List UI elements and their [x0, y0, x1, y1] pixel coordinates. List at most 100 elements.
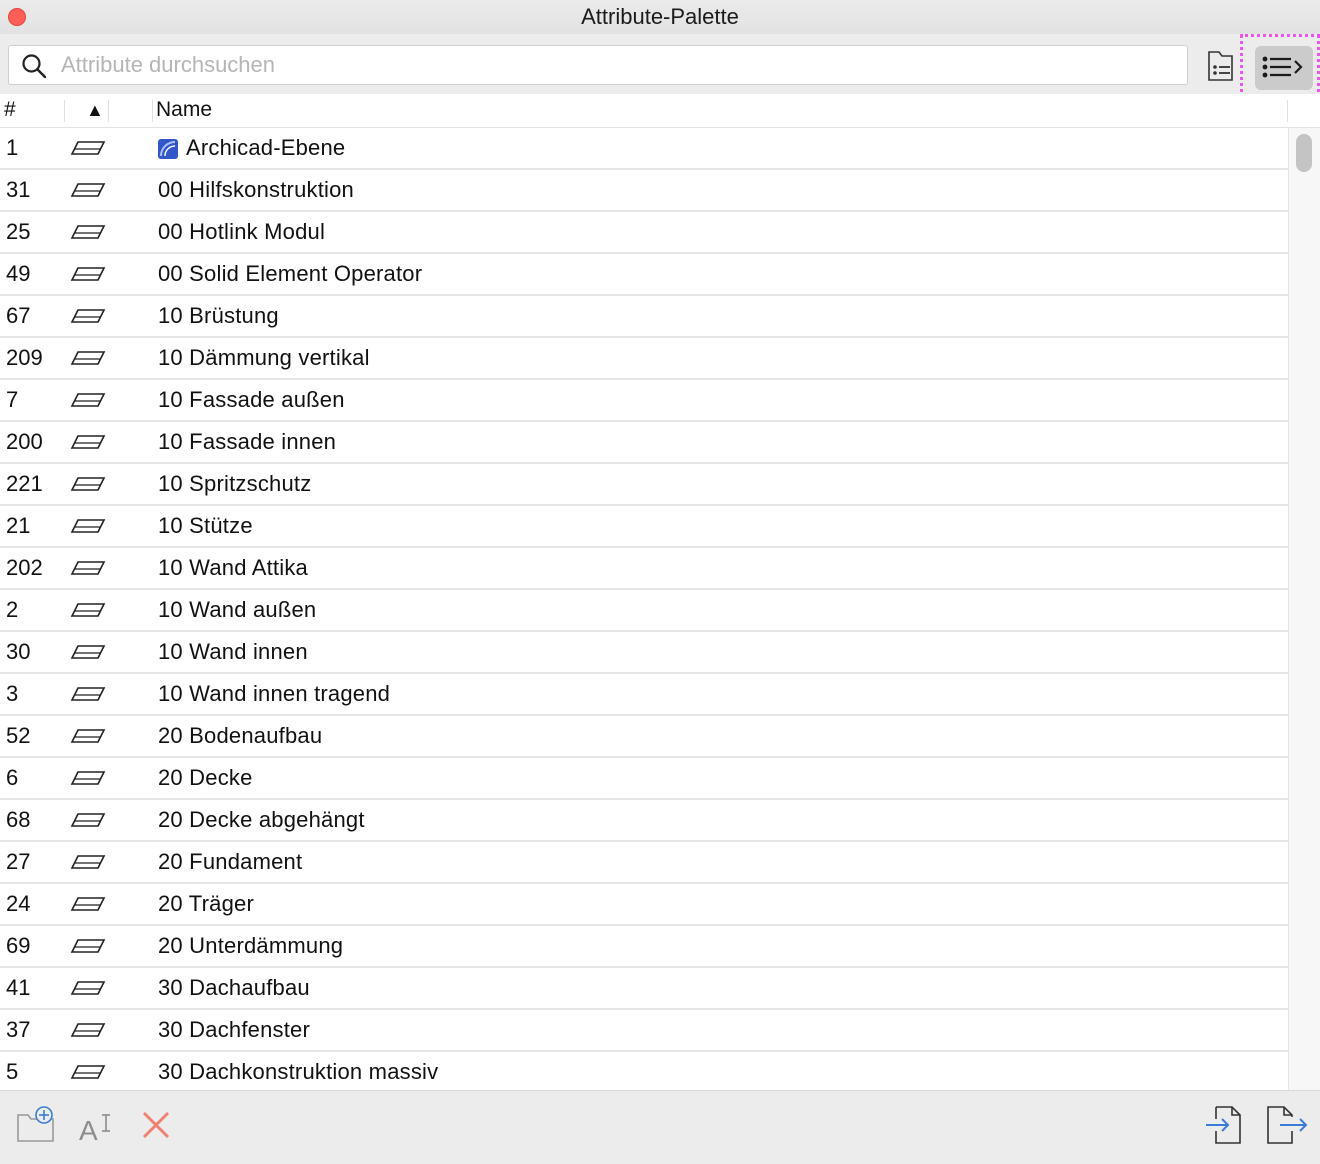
row-number: 221	[6, 471, 43, 496]
row-name: 20 Bodenaufbau	[158, 723, 323, 748]
layer-icon	[70, 306, 106, 331]
row-number: 25	[6, 219, 31, 244]
export-button[interactable]	[1262, 1105, 1312, 1150]
rename-button[interactable]: A	[78, 1109, 118, 1150]
table-row[interactable]: 67 10 Brüstung	[0, 296, 1288, 338]
layer-icon	[70, 1020, 106, 1045]
row-name: 10 Wand innen tragend	[158, 681, 391, 706]
column-divider	[108, 100, 109, 122]
table-row[interactable]: 41 30 Dachaufbau	[0, 968, 1288, 1010]
list-view-button[interactable]	[1255, 46, 1313, 90]
column-divider	[1287, 100, 1288, 122]
row-name: 20 Unterdämmung	[158, 933, 344, 958]
row-number: 200	[6, 429, 43, 454]
row-number: 67	[6, 303, 31, 328]
table-row[interactable]: 25 00 Hotlink Modul	[0, 212, 1288, 254]
table-row[interactable]: 221 10 Spritzschutz	[0, 464, 1288, 506]
row-name: 20 Fundament	[158, 849, 303, 874]
row-number: 30	[6, 639, 31, 664]
table-row[interactable]: 69 20 Unterdämmung	[0, 926, 1288, 968]
row-name: 10 Brüstung	[158, 303, 279, 328]
table-row[interactable]: 1 Archicad-Ebene	[0, 128, 1288, 170]
layer-icon	[70, 642, 106, 667]
table-row[interactable]: 31 00 Hilfskonstruktion	[0, 170, 1288, 212]
row-number: 5	[6, 1059, 19, 1084]
row-number: 27	[6, 849, 31, 874]
import-icon	[1206, 1106, 1241, 1144]
delete-button[interactable]	[140, 1109, 172, 1146]
column-header: # ▲ Name	[0, 94, 1320, 128]
row-number: 41	[6, 975, 31, 1000]
table-row[interactable]: 52 20 Bodenaufbau	[0, 716, 1288, 758]
table-row[interactable]: 7 10 Fassade außen	[0, 380, 1288, 422]
column-divider	[64, 100, 65, 122]
layer-icon	[70, 138, 106, 163]
table-row[interactable]: 27 20 Fundament	[0, 842, 1288, 884]
row-name: 10 Stütze	[158, 513, 253, 538]
new-attribute-button[interactable]	[16, 1105, 56, 1150]
column-divider	[152, 100, 153, 122]
column-number[interactable]: #	[4, 98, 16, 122]
toolbar	[0, 34, 1320, 106]
row-name: 00 Solid Element Operator	[158, 261, 423, 286]
row-number: 1	[6, 135, 19, 160]
row-name: 10 Wand Attika	[158, 555, 308, 580]
row-number: 21	[6, 513, 31, 538]
list-view-icon	[1262, 56, 1303, 78]
table-row[interactable]: 200 10 Fassade innen	[0, 422, 1288, 464]
table-row[interactable]: 2 10 Wand außen	[0, 590, 1288, 632]
sort-indicator[interactable]: ▲	[86, 100, 104, 121]
table-row[interactable]: 24 20 Träger	[0, 884, 1288, 926]
title-bar: Attribute-Palette	[0, 0, 1320, 34]
table-row[interactable]: 49 00 Solid Element Operator	[0, 254, 1288, 296]
layer-icon	[70, 978, 106, 1003]
row-number: 3	[6, 681, 19, 706]
column-name[interactable]: Name	[156, 98, 212, 122]
row-number: 6	[6, 765, 19, 790]
row-name: 30 Dachaufbau	[158, 975, 310, 1000]
layer-icon	[70, 222, 106, 247]
table-row[interactable]: 21 10 Stütze	[0, 506, 1288, 548]
table-row[interactable]: 5 30 Dachkonstruktion massiv	[0, 1052, 1288, 1090]
scrollbar-thumb[interactable]	[1296, 134, 1312, 172]
layer-icon	[70, 390, 106, 415]
layer-icon	[70, 600, 106, 625]
layer-icon	[70, 852, 106, 877]
table-row[interactable]: 3 10 Wand innen tragend	[0, 674, 1288, 716]
scrollbar[interactable]	[1288, 128, 1320, 1090]
table-row[interactable]: 6 20 Decke	[0, 758, 1288, 800]
search-input[interactable]	[61, 46, 1171, 84]
row-number: 24	[6, 891, 31, 916]
folder-list-button[interactable]	[1200, 48, 1242, 84]
row-name: 10 Spritzschutz	[158, 471, 312, 496]
row-number: 31	[6, 177, 31, 202]
row-name: 30 Dachfenster	[158, 1017, 310, 1042]
row-number: 68	[6, 807, 31, 832]
row-name: 00 Hilfskonstruktion	[158, 177, 354, 202]
row-number: 7	[6, 387, 19, 412]
delete-icon	[142, 1111, 170, 1139]
row-number: 202	[6, 555, 43, 580]
table-row[interactable]: 37 30 Dachfenster	[0, 1010, 1288, 1052]
new-folder-icon	[17, 1106, 54, 1142]
attribute-palette-window: Attribute-Palette Attribute durchsuchen …	[0, 0, 1320, 1164]
row-name: 20 Decke	[158, 765, 253, 790]
row-name: 00 Hotlink Modul	[158, 219, 326, 244]
row-name: 10 Wand innen	[158, 639, 308, 664]
table-row[interactable]: 202 10 Wand Attika	[0, 548, 1288, 590]
import-button[interactable]	[1204, 1105, 1246, 1150]
search-field[interactable]	[8, 45, 1188, 85]
layer-icon	[70, 180, 106, 205]
layer-icon	[70, 894, 106, 919]
row-name: 10 Wand außen	[158, 597, 317, 622]
row-name: 10 Dämmung vertikal	[158, 345, 370, 370]
row-number: 209	[6, 345, 43, 370]
layer-icon	[70, 810, 106, 835]
layer-icon	[70, 264, 106, 289]
layer-icon	[70, 474, 106, 499]
svg-text:A: A	[79, 1115, 98, 1145]
table-row[interactable]: 68 20 Decke abgehängt	[0, 800, 1288, 842]
layer-icon	[70, 936, 106, 961]
table-row[interactable]: 209 10 Dämmung vertikal	[0, 338, 1288, 380]
table-row[interactable]: 30 10 Wand innen	[0, 632, 1288, 674]
